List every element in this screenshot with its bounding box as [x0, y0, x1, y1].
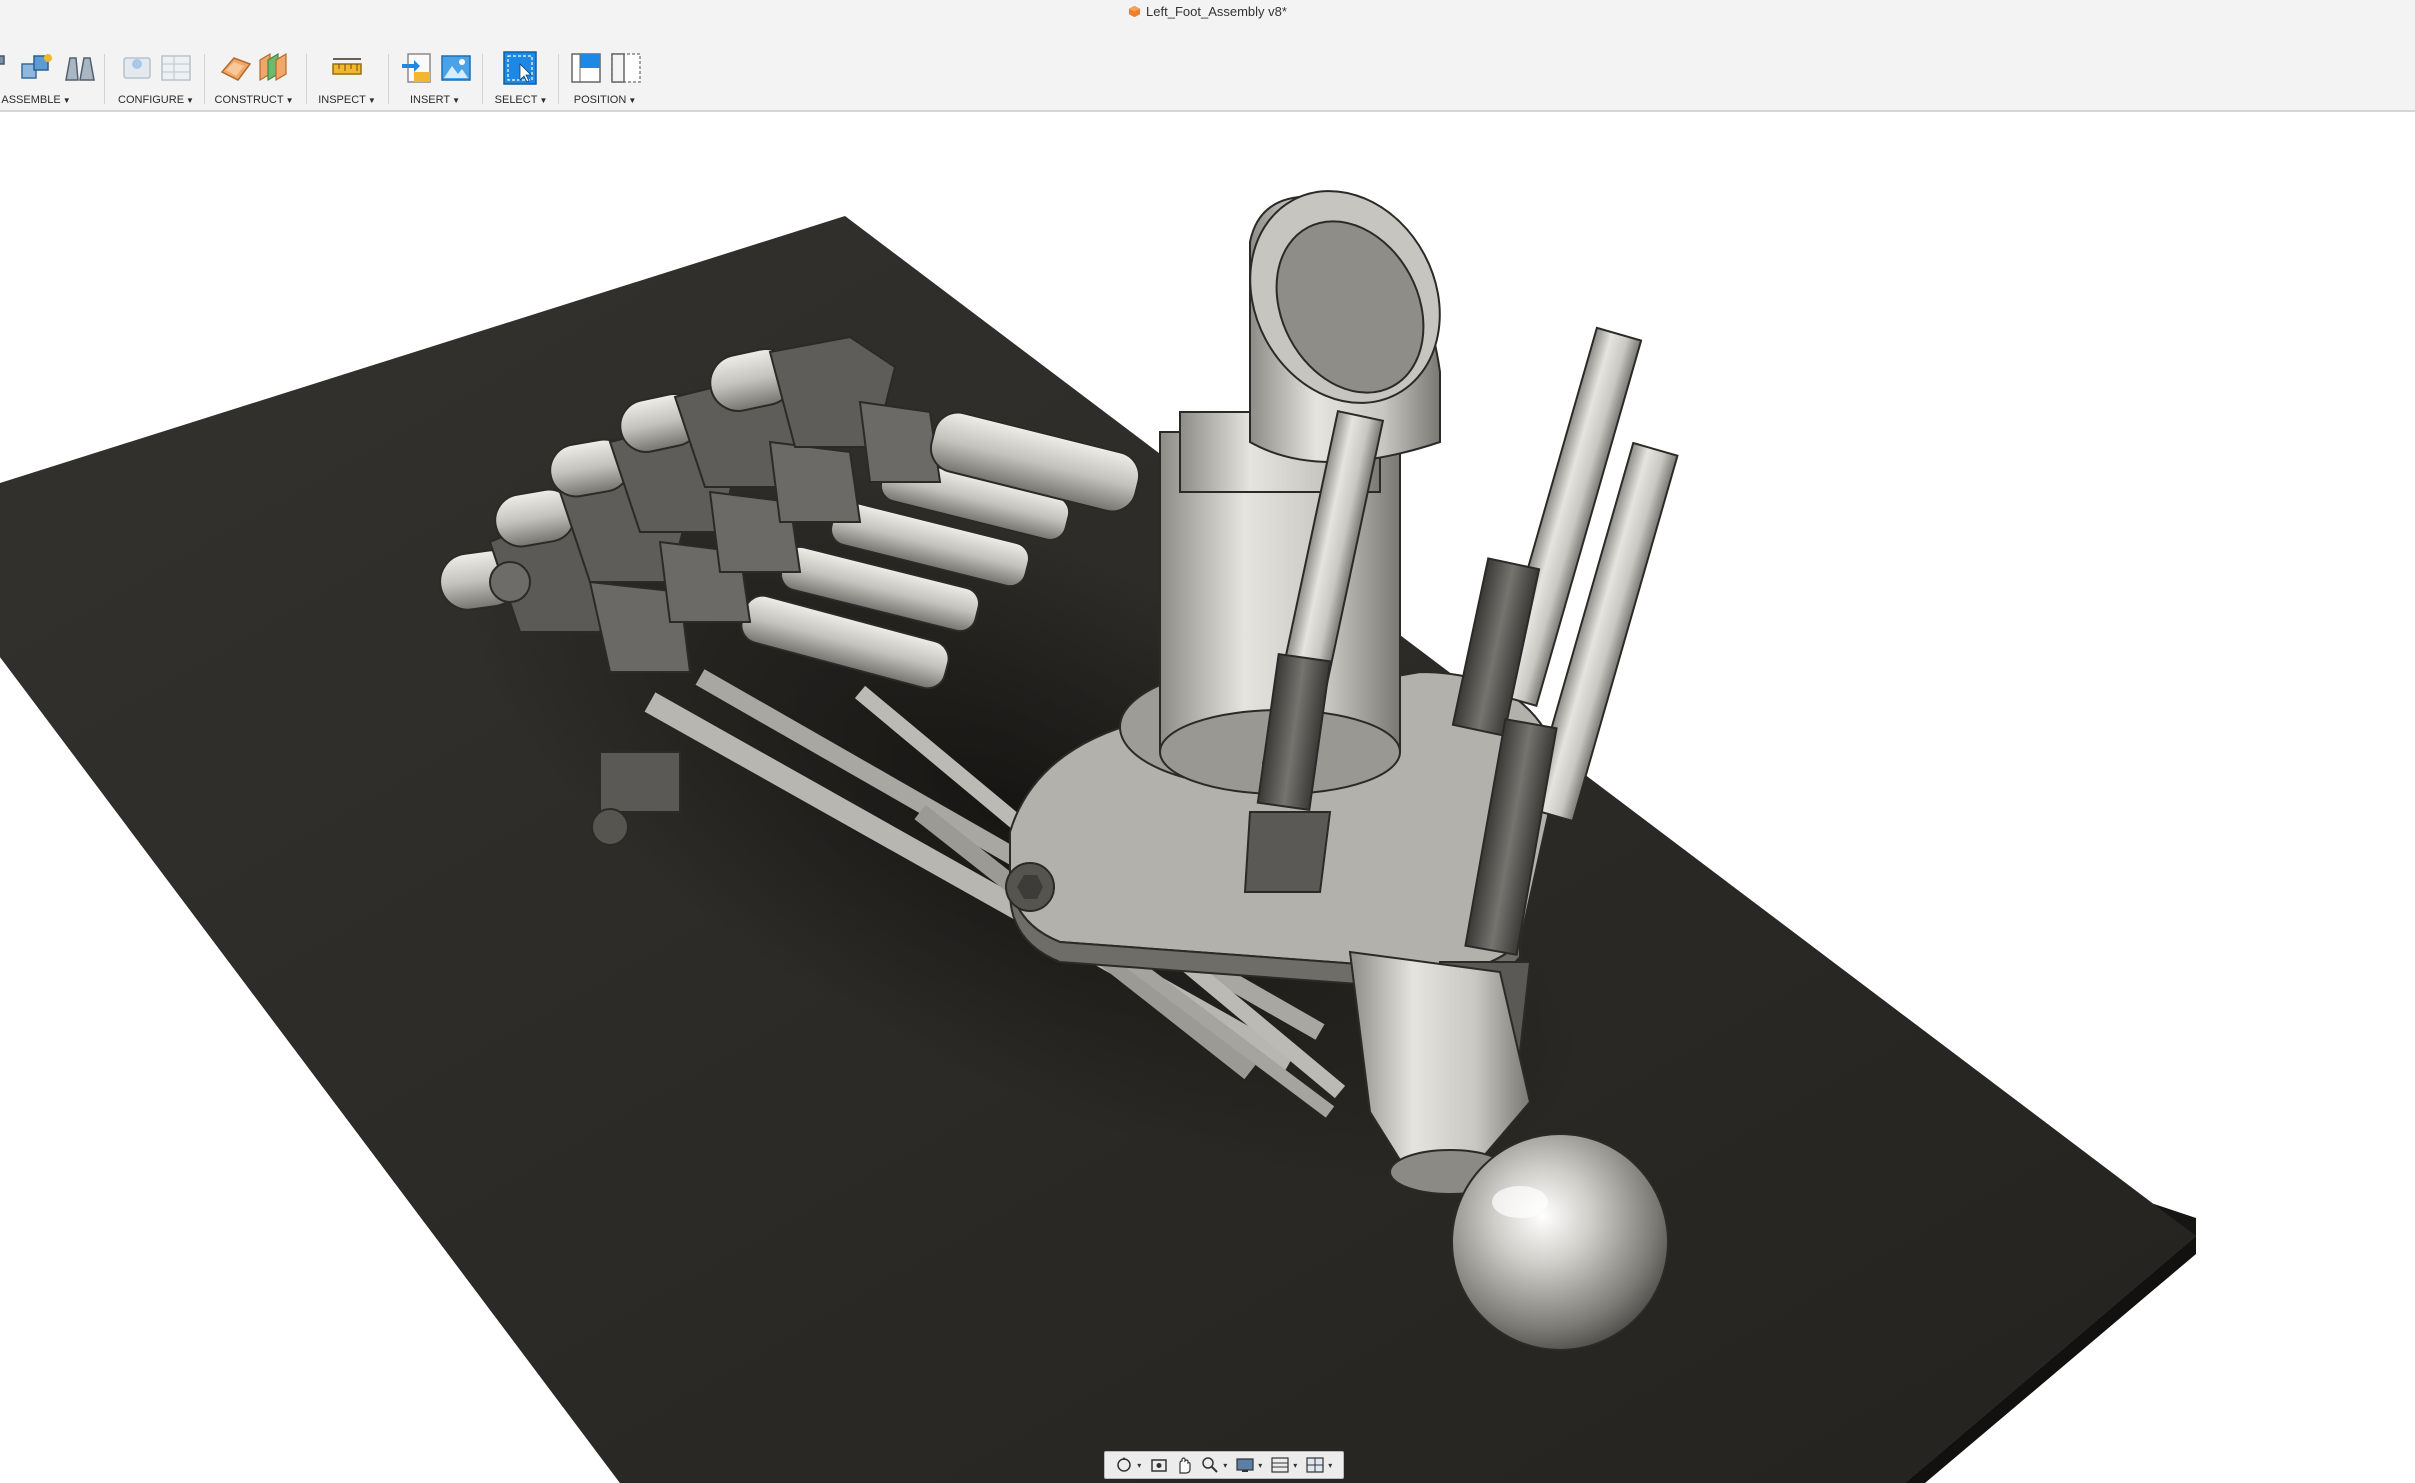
zoom-dropdown-icon[interactable]: ▾ [1223, 1461, 1231, 1470]
pan-icon[interactable] [1172, 1454, 1196, 1476]
select-label[interactable]: SELECT ▼ [490, 94, 552, 106]
position-group[interactable]: POSITION ▼ [566, 48, 644, 106]
construct-label[interactable]: CONSTRUCT ▼ [214, 94, 294, 106]
midplane-icon[interactable] [256, 50, 292, 86]
look-at-icon[interactable] [1147, 1454, 1171, 1476]
toolbar-divider [306, 54, 307, 104]
inspect-group[interactable]: INSPECT ▼ [316, 48, 378, 106]
assemble-group[interactable]: ASSEMBLE ▼ [0, 48, 95, 106]
insert-label[interactable]: INSERT ▼ [398, 94, 472, 106]
offset-plane-icon[interactable] [218, 50, 254, 86]
orbit-dropdown-icon[interactable]: ▾ [1137, 1461, 1145, 1470]
insert-derive-icon[interactable] [400, 50, 436, 86]
inspect-label[interactable]: INSPECT ▼ [316, 94, 378, 106]
select-icon[interactable] [502, 50, 538, 86]
navigation-bar: ▾ ▾ ▾ ▾ ▾ [1104, 1451, 1344, 1479]
toolbar: Left_Foot_Assembly v8* ASSEMBLE ▼ CONFIG… [0, 0, 2415, 112]
capture-position-icon[interactable] [568, 50, 604, 86]
configure-label[interactable]: CONFIGURE ▼ [116, 94, 196, 106]
insert-group[interactable]: INSERT ▼ [398, 48, 472, 106]
viewports-dropdown-icon[interactable]: ▾ [1328, 1461, 1336, 1470]
orbit-icon[interactable] [1112, 1454, 1136, 1476]
document-tab[interactable]: Left_Foot_Assembly v8* [0, 4, 2415, 19]
measure-icon[interactable] [329, 50, 365, 86]
display-dropdown-icon[interactable]: ▾ [1258, 1461, 1266, 1470]
construct-group[interactable]: CONSTRUCT ▼ [214, 48, 294, 106]
display-settings-icon[interactable] [1233, 1454, 1257, 1476]
revert-position-icon[interactable] [608, 50, 644, 86]
viewports-icon[interactable] [1303, 1454, 1327, 1476]
document-icon [1128, 5, 1141, 18]
grid-dropdown-icon[interactable]: ▾ [1293, 1461, 1301, 1470]
position-label[interactable]: POSITION ▼ [566, 94, 644, 106]
toolbar-divider [104, 54, 105, 104]
toolbar-divider [388, 54, 389, 104]
design-canvas[interactable] [0, 112, 2415, 1483]
toolbar-divider [558, 54, 559, 104]
toolbar-divider [204, 54, 205, 104]
foot-assembly-render [0, 190, 2196, 1483]
zoom-icon[interactable] [1198, 1454, 1222, 1476]
configure-group[interactable]: CONFIGURE ▼ [116, 48, 196, 106]
configuration-table-icon[interactable] [158, 50, 194, 86]
new-component-icon[interactable] [18, 50, 54, 86]
as-built-joint-icon[interactable] [62, 50, 98, 86]
assemble-label[interactable]: ASSEMBLE ▼ [0, 94, 72, 106]
insert-image-icon[interactable] [438, 50, 474, 86]
configuration-icon[interactable] [120, 50, 156, 86]
select-group[interactable]: SELECT ▼ [490, 48, 552, 106]
toolbar-divider [482, 54, 483, 104]
document-title: Left_Foot_Assembly v8* [1146, 4, 1287, 19]
grid-icon[interactable] [1268, 1454, 1292, 1476]
